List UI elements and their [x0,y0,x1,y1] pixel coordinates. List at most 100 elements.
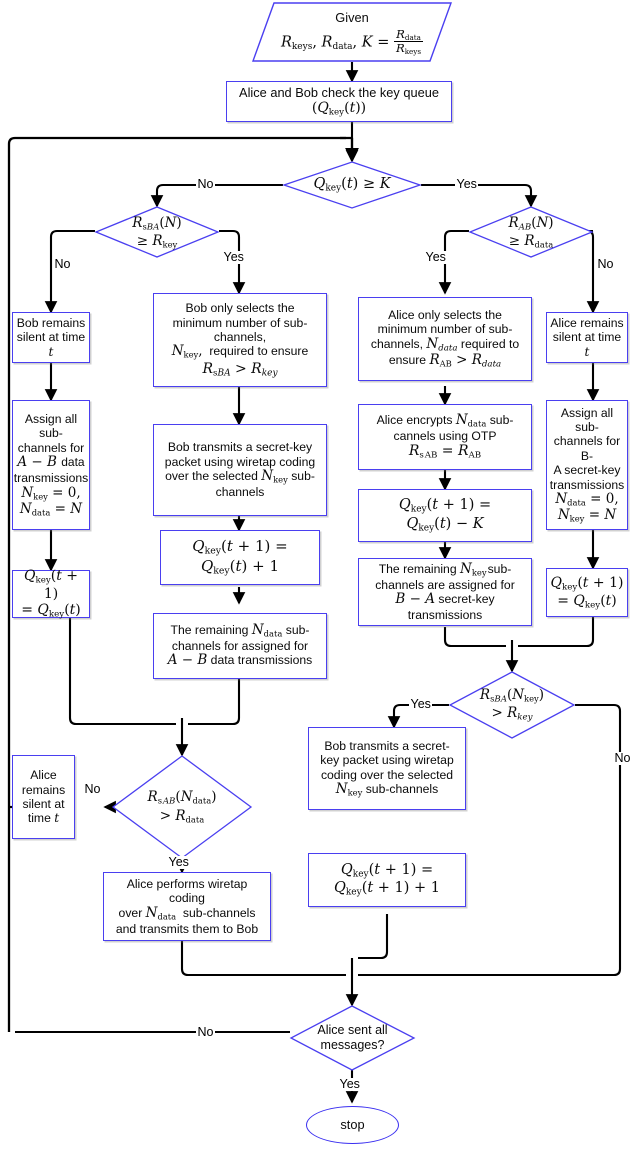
bob-transmits2-l2: key packet using wiretap [320,753,454,768]
decision-queue-ge-k-label: Qkey(t) ≥ K [313,175,391,194]
assign-ba-l3: A secret-key [553,463,621,478]
alice-selects-l1: Alice only selects the [388,308,502,323]
remaining-nkey-l1: The remaining Nkey sub- [378,560,512,577]
assign-ba-l4: transmissions [549,477,625,492]
edge-label-rsab-ndata-no: No [83,782,102,796]
edge-label-rab-yes: Yes [424,250,448,264]
q-plus1-right-l1: Qkey(t + 1) = [340,861,434,880]
edge-label-queue-yes: Yes [455,177,479,191]
bob-remains-silent-l1: Bob remains [16,315,86,330]
q-minus-k-l2: Qkey(t) − K [406,515,484,534]
terminator-stop: stop [306,1106,399,1144]
alice-silent2-l4: time t [27,811,60,826]
process-remaining-ndata: The remaining Ndata sub- channels for as… [153,613,327,679]
process-alice-remains-silent-2: Alice remains silent at time t [12,755,75,839]
bob-transmits2-l3: coding over the selected [320,767,454,782]
edge-label-rab-no: No [596,257,615,271]
process-remaining-nkey: The remaining Nkey sub- channels are ass… [358,558,532,626]
process-assign-all-ba: Assign all sub- channels for B- A secret… [546,400,628,530]
q-same-right-l2: = Qkey(t) [557,592,617,610]
process-alice-selects-min: Alice only selects the minimum number of… [358,297,532,381]
process-alice-remains-silent: Alice remains silent at time t [546,312,628,363]
assign-ba-l6: Nkey = N [557,507,617,524]
remaining-nkey-l3: B − A secret-key [395,591,495,608]
process-alice-wiretap-coding: Alice performs wiretap coding over Ndata… [103,872,271,941]
q-plus1-left-l2: Qkey(t) + 1 [200,556,280,577]
alice-remains-silent-l1: Alice remains [550,315,624,330]
alice-wiretap-l1: Alice performs wiretap [126,876,248,891]
stop-label: stop [340,1117,365,1133]
remaining-nkey-l4: transmissions [407,608,483,623]
check-queue-line2: (Qkey(t)) [311,100,367,118]
decision-rsab-ndata-gt-rdata: Rs AB(Ndata) > Rdata [111,755,253,859]
alice-wiretap-l4: and transmits them to Bob [115,921,259,936]
bob-remains-silent-l2: silent at time t [16,330,86,359]
edge-label-alice-sent-yes: Yes [338,1077,362,1091]
process-q-plus1-right: Qkey(t + 1) = Qkey(t + 1) + 1 [308,853,466,907]
q-plus1-right-l2: Qkey(t + 1) + 1 [333,880,441,898]
edge-label-rsba-no: No [53,257,72,271]
process-bob-selects-min: Bob only selects the minimum number of s… [153,293,327,387]
q-same-right-l1: Qkey(t + 1) [550,574,624,593]
alice-remains-silent-l2: silent at time t [552,330,622,359]
remaining-ndata-l2: channels for assigned for [171,638,309,653]
check-queue-line1: Alice and Bob check the key queue [239,85,439,101]
bob-transmits2-l4: Nkey sub-channels [335,780,439,798]
decision-rsba-n-label: RsBA(N) ≥ Rkey [132,214,182,250]
alice-silent2-l2: remains [21,782,66,797]
assign-ab-l4: transmissions [13,471,89,486]
alice-selects-l2: minimum number of sub- [377,322,513,337]
alice-silent2-l1: Alice [30,768,57,783]
edge-label-queue-no: No [196,177,215,191]
decision-alice-sent-all: Alice sent all messages? [289,1005,416,1071]
bob-transmits-l3: over the selected Nkey sub- [165,468,315,485]
bob-transmits-l1: Bob transmits a secret-key [167,440,313,455]
alice-selects-l3: channels, Ndata required to [370,335,520,354]
bob-selects-l3: channels, [213,330,267,345]
bob-selects-l2: minimum number of sub- [172,315,308,330]
q-same-left-l2: = Qkey(t) [21,602,81,620]
assign-ba-l2: channels for B- [553,434,621,463]
q-same-left-l1: Qkey(t + 1) [23,568,79,602]
decision-rsba-nkey-label: RsBA(Nkey) > Rkey [479,687,545,723]
bob-selects-l1: Bob only selects the [185,301,295,316]
process-q-same-right: Qkey(t + 1) = Qkey(t) [546,568,628,617]
edge-label-rsba-yes: Yes [222,250,246,264]
assign-ab-l6: Ndata = N [19,500,83,518]
decision-rab-n-ge-rdata: RAB(N) ≥ Rdata [468,206,594,258]
bob-transmits-l2: packet using wiretap coding [164,454,316,469]
alice-wiretap-l2: coding [169,891,205,906]
decision-queue-ge-k: Qkey(t) ≥ K [281,161,423,209]
bob-transmits-l4: channels [215,485,265,500]
edge-label-rsba-nkey-yes: Yes [409,697,433,711]
start-parallelogram: Given Rkeys, Rdata, K = Rdata Rkeys [252,2,452,62]
alice-encrypts-l2: cannels using OTP [393,429,497,444]
flowchart-canvas: Given Rkeys, Rdata, K = Rdata Rkeys Alice… [0,0,640,1150]
alice-selects-l4: ensure RAB > Rdata [388,352,502,370]
process-q-minus-k: Qkey(t + 1) = Qkey(t) − K [358,489,532,542]
assign-ab-l5: Nkey = 0, [21,484,81,501]
bob-selects-l5: RsBA > Rkey [202,360,278,379]
assign-ab-l1: Assign all sub- [24,412,78,441]
start-label-given: Given [335,10,369,26]
process-bob-transmits-key: Bob transmits a secret-key packet using … [153,424,327,516]
alice-encrypts-l1: Alice encrypts Ndata sub- [376,411,514,429]
process-q-plus1-left: Qkey(t + 1) = Qkey(t) + 1 [160,530,320,585]
decision-rsba-nkey-gt-rkey: RsBA(Nkey) > Rkey [448,671,576,739]
alice-encrypts-l3: Rs AB = RAB [408,443,482,461]
alice-sent-l1: Alice sent all [317,1023,388,1037]
process-check-key-queue: Alice and Bob check the key queue (Qkey(… [226,81,452,122]
decision-rsab-ndata-label: Rs AB(Ndata) > Rdata [147,789,217,825]
bob-selects-l4: Nkey, required to ensure [171,343,309,360]
q-minus-k-l1: Qkey(t + 1) = [398,497,492,515]
process-bob-transmits-key-2: Bob transmits a secret- key packet using… [308,727,466,810]
q-plus1-left-l1: Qkey(t + 1) = [192,536,288,557]
assign-ba-l5: Ndata = 0, [555,490,619,508]
process-q-same-left: Qkey(t + 1) = Qkey(t) [12,568,90,620]
edge-label-rsab-ndata-yes: Yes [167,855,191,869]
process-assign-all-ab: Assign all sub- channels for A − B data … [12,400,90,530]
decision-rab-n-label: RAB(N) ≥ Rdata [508,214,554,250]
alice-wiretap-l3: over Ndata sub-channels [118,904,256,921]
alice-silent2-l3: silent at [22,797,65,811]
remaining-nkey-l2: channels are assigned for [375,577,515,592]
